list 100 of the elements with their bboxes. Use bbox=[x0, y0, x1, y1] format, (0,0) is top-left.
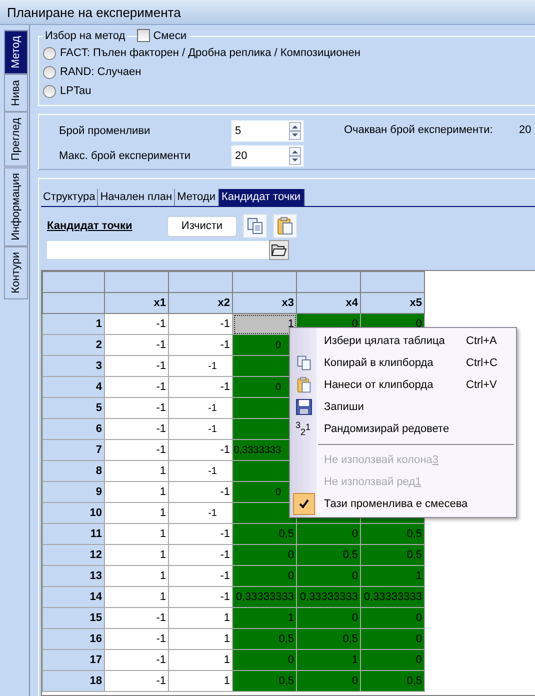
spin-arrows-icon bbox=[289, 147, 301, 165]
row-header: 18 bbox=[42, 670, 104, 692]
table-cell: 1 bbox=[296, 650, 360, 670]
table-cell: 0 bbox=[296, 608, 360, 628]
row-header: 16 bbox=[42, 628, 104, 650]
row-header: 9 bbox=[42, 482, 104, 502]
table-cell: 0,33333333 bbox=[360, 586, 424, 608]
group-title: Избор на метод bbox=[43, 30, 128, 42]
row-header: 11 bbox=[42, 524, 104, 544]
table-cell: -1 bbox=[168, 502, 232, 524]
side-tab[interactable]: Метод bbox=[4, 30, 28, 74]
clear-button[interactable]: Изчисти bbox=[167, 216, 237, 236]
table-cell: 0,5 bbox=[232, 628, 296, 650]
table-cell: -1 bbox=[104, 440, 168, 460]
row-header: 3 bbox=[42, 356, 104, 376]
table-cell: -1 bbox=[104, 334, 168, 356]
expected-value: 20 bbox=[519, 124, 532, 136]
column-header: x4 bbox=[296, 292, 360, 314]
row-header: 2 bbox=[42, 334, 104, 356]
table-cell: 1 bbox=[168, 628, 232, 650]
table-cell: 0 bbox=[360, 628, 424, 650]
table-cell: 0 bbox=[232, 650, 296, 670]
table-cell: 1 bbox=[232, 314, 296, 334]
table-cell: -1 bbox=[104, 418, 168, 440]
table-cell: -1 bbox=[168, 460, 232, 482]
tab[interactable]: Кандидат точки bbox=[218, 189, 305, 206]
row-header: 10 bbox=[42, 502, 104, 524]
table-cell: 0,5 bbox=[296, 544, 360, 566]
table-cell: -1 bbox=[104, 608, 168, 628]
table-cell: -1 bbox=[104, 628, 168, 650]
table-cell: 0 bbox=[360, 608, 424, 628]
folder-icon bbox=[271, 243, 287, 257]
table-cell: -1 bbox=[168, 544, 232, 566]
paste-icon bbox=[276, 216, 294, 236]
spin-arrows-icon bbox=[289, 122, 301, 140]
column-header: x1 bbox=[104, 292, 168, 314]
table-cell: -1 bbox=[168, 356, 232, 376]
table-cell: 0 bbox=[360, 650, 424, 670]
copy-button[interactable] bbox=[243, 214, 267, 238]
copy-icon bbox=[246, 217, 264, 235]
table-cell: 0,33333333 bbox=[296, 586, 360, 608]
tab[interactable]: Структура bbox=[41, 189, 98, 206]
row-header: 15 bbox=[42, 608, 104, 628]
row-header: 13 bbox=[42, 566, 104, 586]
row-header: 5 bbox=[42, 398, 104, 418]
row-header: 12 bbox=[42, 544, 104, 566]
table-cell: 0 bbox=[296, 670, 360, 692]
table-cell: 0 bbox=[232, 544, 296, 566]
spin-field[interactable]: 5 bbox=[231, 120, 304, 142]
table-cell: 1 bbox=[168, 670, 232, 692]
menu-item[interactable]: 321 Рандомизирай редовете bbox=[290, 418, 516, 440]
file-path-field[interactable] bbox=[47, 241, 269, 259]
method-radio[interactable]: FACT: Пълен факторен / Дробна реплика / Композиционен bbox=[43, 45, 535, 61]
column-header: x5 bbox=[360, 292, 424, 314]
row-header: 14 bbox=[42, 586, 104, 608]
column-header: x2 bbox=[168, 292, 232, 314]
side-tab[interactable]: Информация bbox=[4, 166, 28, 246]
table-cell: 1 bbox=[104, 524, 168, 544]
table-cell: 1 bbox=[168, 608, 232, 628]
method-radio[interactable]: LPTau bbox=[43, 83, 535, 99]
table-cell: -1 bbox=[168, 398, 232, 418]
table-cell: 1 bbox=[232, 608, 296, 628]
tab[interactable]: Методи bbox=[175, 189, 218, 206]
table-cell: 1 bbox=[104, 586, 168, 608]
menu-item[interactable]: Запиши bbox=[290, 396, 516, 418]
table-cell: 1 bbox=[104, 502, 168, 524]
table-cell: -1 bbox=[104, 314, 168, 334]
copy-icon bbox=[296, 355, 312, 371]
table-cell: -1 bbox=[168, 334, 232, 356]
table-cell: -1 bbox=[168, 586, 232, 608]
table-cell: 0 bbox=[232, 566, 296, 586]
parameter-label: Макс. брой експерименти bbox=[59, 150, 192, 162]
table-cell: 0,5 bbox=[232, 670, 296, 692]
row-header: 1 bbox=[42, 314, 104, 334]
table-cell: 0,33333333 bbox=[232, 586, 296, 608]
table-cell: 0,5 bbox=[296, 628, 360, 650]
table-cell: -1 bbox=[168, 440, 232, 460]
mixture-checkbox[interactable]: Смеси bbox=[137, 29, 190, 42]
paste-icon bbox=[296, 376, 312, 394]
table-cell: -1 bbox=[104, 356, 168, 376]
table-cell: -1 bbox=[104, 398, 168, 418]
method-radio[interactable]: RAND: Случаен bbox=[43, 64, 535, 80]
table-cell: 0 bbox=[296, 524, 360, 544]
spin-field[interactable]: 20 bbox=[231, 145, 304, 167]
table-cell: 1 bbox=[104, 566, 168, 586]
table-cell: -1 bbox=[168, 566, 232, 586]
row-header: 4 bbox=[42, 376, 104, 398]
tab[interactable]: Начален план bbox=[98, 189, 176, 206]
table-cell: -1 bbox=[104, 650, 168, 670]
table-cell: 0,5 bbox=[232, 524, 296, 544]
side-tab[interactable]: Нива bbox=[4, 74, 28, 112]
table-cell: -1 bbox=[168, 418, 232, 440]
table-cell: 1 bbox=[104, 482, 168, 502]
table-cell: 1 bbox=[104, 544, 168, 566]
side-tab[interactable]: Преглед bbox=[4, 112, 28, 167]
window-title: Планиране на експеримента bbox=[7, 4, 181, 20]
side-tab[interactable]: Контури bbox=[4, 246, 28, 300]
table-cell: -1 bbox=[168, 482, 232, 502]
paste-button[interactable] bbox=[273, 214, 297, 238]
open-folder-button[interactable] bbox=[269, 240, 289, 260]
